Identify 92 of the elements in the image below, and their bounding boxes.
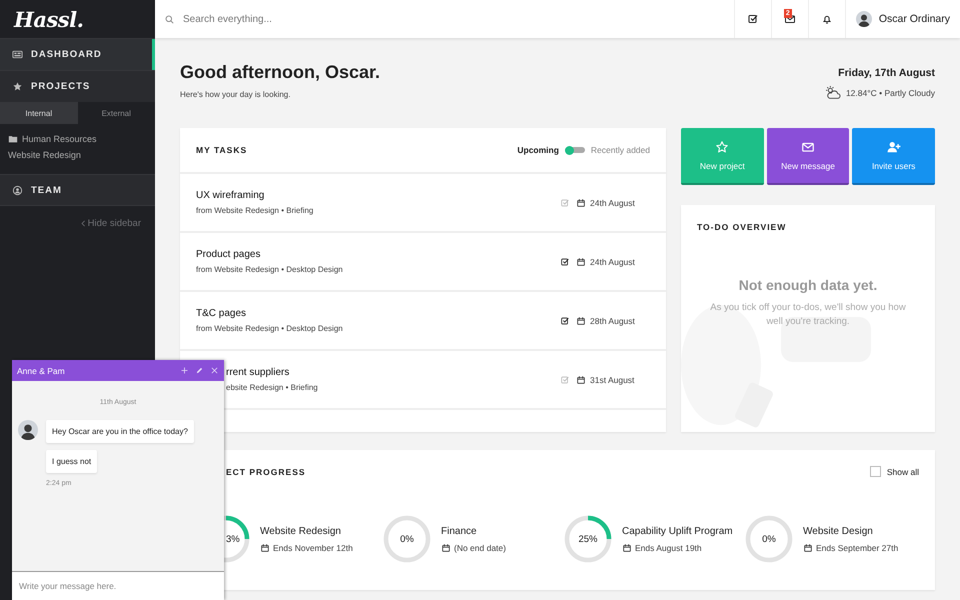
end-date: Ends November 12th: [273, 542, 353, 552]
folder-icon: [8, 134, 18, 144]
project-name: Finance: [441, 526, 478, 536]
progress-ring: [383, 515, 431, 563]
nav-item[interactable]: DASHBOARD: [0, 38, 155, 70]
toggle-label: Upcoming: [517, 145, 559, 155]
progress-ring: [564, 515, 612, 563]
dashboard-icon: [12, 49, 23, 60]
percent-label: 0%: [762, 534, 776, 544]
search-field[interactable]: Search everything...: [181, 12, 485, 26]
done-checkbox[interactable]: [560, 316, 570, 326]
mail-icon: [784, 13, 796, 25]
add-button[interactable]: [180, 366, 189, 375]
task-row[interactable]: Product pages from Website Redesign • Desktop Design 24th August: [180, 233, 666, 292]
pencil-icon: [195, 366, 204, 375]
calendar-icon: [576, 256, 586, 266]
project-tab[interactable]: Internal: [0, 102, 78, 124]
greeting-subtitle: Here's how your day is looking.: [180, 90, 292, 99]
end-date: Ends September 27th: [816, 542, 898, 552]
project-name: Capability Uplift Program: [622, 526, 733, 536]
tasks-button[interactable]: [734, 0, 771, 38]
search-icon: [164, 14, 175, 24]
due-date: 24th August: [590, 198, 635, 208]
end-date: Ends August 19th: [635, 542, 702, 552]
cloud-sun-icon: [824, 85, 841, 101]
calendar-icon: [576, 198, 586, 208]
end-date: (No end date): [454, 542, 506, 552]
task-row[interactable]: T&C pages from Website Redesign • Desktop Design 28th August: [180, 292, 666, 351]
task-subtitle: from Website Redesign • Desktop Design: [196, 265, 343, 274]
done-checkbox[interactable]: [560, 374, 570, 384]
avatar: [856, 11, 872, 27]
task-title: rrent suppliers: [226, 367, 290, 378]
greeting-heading: Good afternoon, Oscar.: [180, 62, 380, 83]
close-button[interactable]: [210, 366, 219, 375]
close-icon: [210, 366, 219, 375]
card-title: ECT PROGRESS: [226, 466, 306, 476]
message-bubble: Hey Oscar are you in the office today?: [46, 420, 194, 443]
task-title: Product pages: [196, 249, 262, 260]
chevron-icon: [78, 219, 88, 228]
project-link[interactable]: Website Redesign: [8, 150, 81, 160]
calendar-icon: [260, 542, 270, 552]
weather-label: 12.84°C • Partly Cloudy: [846, 88, 935, 98]
project-name: Website Redesign: [260, 526, 342, 536]
checkbox-label: Show all: [886, 466, 919, 476]
task-title: T&C pages: [196, 308, 248, 319]
task-subtitle: from Website Redesign • Briefing: [196, 206, 314, 215]
progress-ring: [745, 515, 793, 563]
checkbox-icon: [746, 13, 759, 25]
project-name: Website Design: [803, 526, 874, 536]
card-title: TO-DO OVERVIEW: [697, 222, 786, 232]
due-date: 28th August: [590, 316, 635, 326]
project-link[interactable]: Human Resources: [22, 134, 97, 144]
star-icon: [12, 81, 23, 92]
star-icon: [715, 140, 730, 154]
message-field[interactable]: Write your message here.: [12, 572, 224, 600]
due-date: 31st August: [590, 374, 634, 384]
toggle-label: Recently added: [590, 145, 650, 155]
chat-title: Anne & Pam: [17, 366, 66, 376]
nav-item[interactable]: TEAM: [0, 174, 155, 206]
calendar-icon: [803, 542, 813, 552]
calendar-icon: [576, 316, 586, 326]
message-bubble: I guess not: [46, 450, 98, 473]
task-subtitle: from Website Redesign • Desktop Design: [196, 324, 343, 333]
card-title: MY TASKS: [196, 145, 248, 155]
mail-icon: [801, 140, 815, 154]
avatar: [18, 420, 38, 440]
nav-item[interactable]: PROJECTS: [0, 70, 155, 102]
plus-icon: [180, 366, 189, 375]
percent-label: 3%: [226, 534, 240, 544]
done-checkbox[interactable]: [560, 198, 570, 208]
percent-label: 0%: [400, 534, 414, 544]
percent-label: 25%: [578, 534, 598, 544]
date-label: Friday, 17th August: [838, 67, 935, 79]
calendar-icon: [441, 542, 451, 552]
action-button[interactable]: New message: [766, 128, 850, 185]
app-logo: Hassl.: [12, 6, 84, 34]
task-subtitle: ebsite Redesign • Briefing: [226, 383, 318, 392]
user-plus-icon: [886, 140, 901, 154]
user-icon: [12, 184, 23, 196]
edit-button[interactable]: [195, 366, 204, 375]
calendar-icon: [622, 542, 632, 552]
user-name[interactable]: Oscar Ordinary: [878, 13, 950, 25]
due-date: 24th August: [590, 256, 635, 266]
toggle-switch[interactable]: [564, 147, 585, 153]
empty-state-title: Not enough data yet.: [738, 277, 878, 293]
task-title: UX wireframing: [196, 190, 266, 201]
bell-icon: [820, 13, 833, 25]
calendar-icon: [576, 374, 586, 384]
empty-state-text: As you tick off your to-dos, we'll show you how well you're tracking.: [709, 301, 907, 329]
done-checkbox[interactable]: [560, 256, 570, 266]
task-row[interactable]: UX wireframing from Website Redesign • Briefing 24th August: [180, 174, 666, 233]
show-all-checkbox[interactable]: [870, 466, 881, 477]
